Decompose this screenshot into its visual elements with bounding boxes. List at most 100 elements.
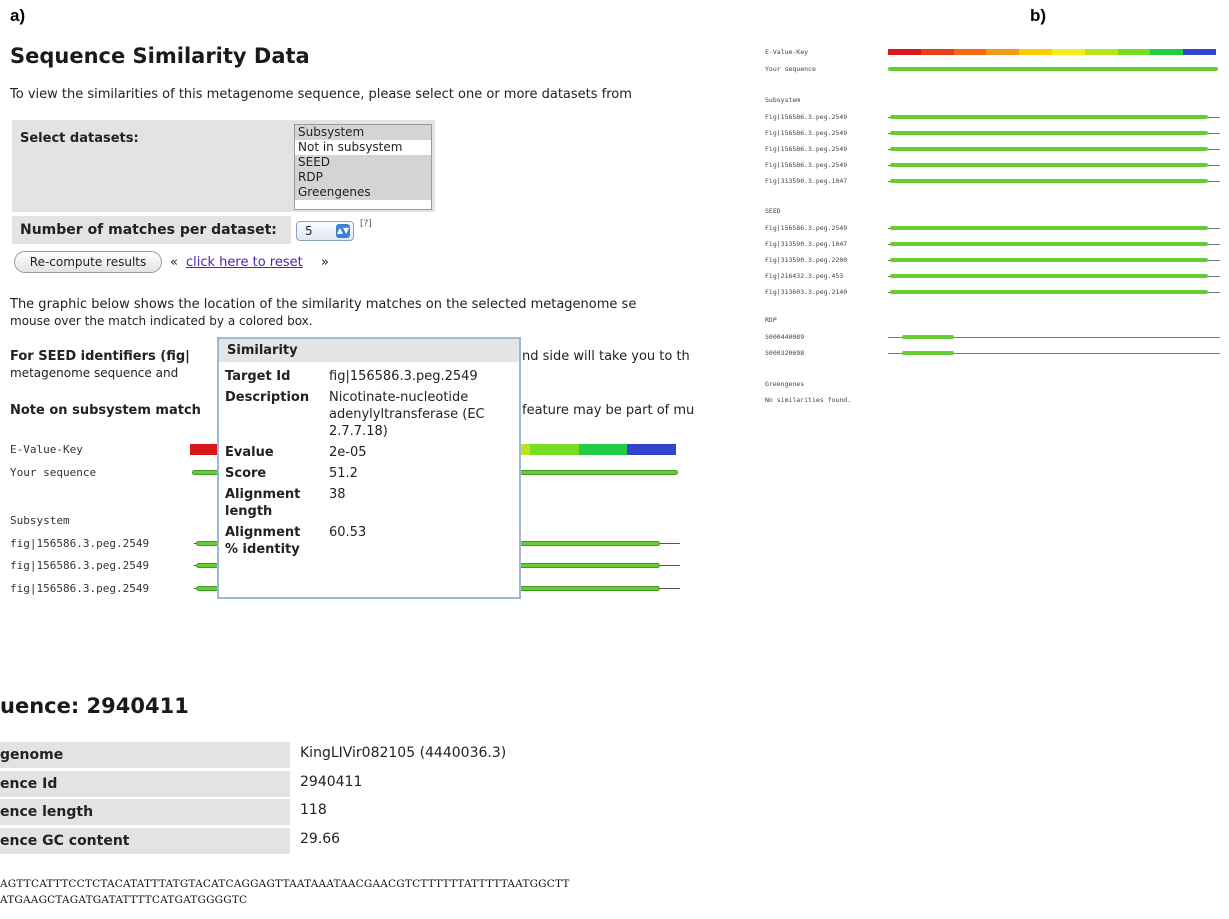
tooltip-row: Alignment % identity 60.53 (219, 522, 503, 560)
seed-note-line2: metagenome sequence and (10, 366, 179, 380)
datasets-listbox[interactable]: Subsystem Not in subsystem SEED RDP Gree… (294, 124, 432, 210)
panel-label-b: b) (1030, 6, 1047, 25)
meta-key: ence GC content (0, 828, 290, 854)
meta-key: genome (0, 742, 290, 768)
dataset-option-not-in-subsystem[interactable]: Not in subsystem (295, 140, 431, 155)
reset-prefix: « (170, 255, 178, 270)
graphic-description-line2: mouse over the match indicated by a colo… (10, 314, 313, 328)
subsystem-row-label: fig|156586.3.peg.2549 (10, 559, 150, 572)
evalue-key-segment (1150, 49, 1184, 55)
meta-value: 118 (300, 802, 327, 818)
matches-label: Number of matches per dataset: (20, 222, 277, 238)
tooltip-key: Alignment % identity (225, 525, 301, 557)
evalue-key-segment (1019, 49, 1052, 55)
b-match-bar[interactable] (890, 258, 1208, 262)
tooltip-table: Target Id fig|156586.3.peg.2549 Descript… (219, 366, 503, 560)
evalue-key-segment (953, 49, 987, 55)
b-greengenes-heading: Greengenes (765, 380, 805, 388)
b-match-bar[interactable] (890, 242, 1208, 246)
b-match-bar[interactable] (890, 274, 1208, 278)
subsystem-row-label: fig|156586.3.peg.2549 (10, 582, 150, 595)
b-match-bar[interactable] (890, 163, 1208, 167)
evalue-key-segment (578, 444, 628, 455)
tooltip-row: Evalue 2e-05 (219, 442, 503, 463)
dataset-option-subsystem[interactable]: Subsystem (295, 125, 431, 140)
evalue-key-segment (986, 49, 1020, 55)
meta-key: ence length (0, 799, 290, 825)
b-match-bar[interactable] (902, 335, 954, 339)
chevron-updown-icon: ▲▼ (336, 224, 350, 238)
tooltip-row: Target Id fig|156586.3.peg.2549 (219, 366, 503, 387)
subsystem-note-heading: Note on subsystem match (10, 403, 201, 418)
help-link[interactable]: [?] (360, 219, 372, 229)
tooltip-row: Description Nicotinate-nucleotide adenyl… (219, 387, 503, 442)
sequence-line: ATGAAGCTAGATGATATTTTCATGATGGGGTC (0, 894, 248, 906)
graphic-description-line1: The graphic below shows the location of … (10, 297, 637, 312)
tooltip-row: Alignment length 38 (219, 484, 503, 522)
b-rdp-row-label: S000440089 (765, 333, 805, 341)
evalue-key-segment (1183, 49, 1216, 55)
evalue-key-segment (888, 49, 921, 55)
tooltip-key: Alignment length (225, 487, 301, 519)
tooltip-value: 60.53 (329, 525, 367, 540)
panel-label-a: a) (10, 6, 26, 25)
reset-link[interactable]: click here to reset (186, 254, 303, 271)
b-seed-row-label: Fig|156586.3.peg.2549 (765, 224, 848, 232)
b-evalue-key-label: E-Value-Key (765, 48, 809, 56)
recompute-button[interactable]: Re-compute results (14, 251, 162, 273)
meta-value: 29.66 (300, 831, 341, 847)
matches-select-value: 5 (305, 224, 313, 238)
b-subsystem-heading: Subsystem (765, 96, 801, 104)
b-rdp-row-label: S000320698 (765, 349, 805, 357)
tooltip-row: Score 51.2 (219, 463, 503, 484)
b-your-sequence-label: Your sequence (765, 65, 816, 73)
b-subsystem-row-label: Fig|156586.3.peg.2549 (765, 161, 848, 169)
seed-note-text: nd side will take you to th (522, 349, 690, 364)
select-datasets-label: Select datasets: (20, 131, 139, 146)
meta-key: ence Id (0, 771, 290, 797)
dataset-option-seed[interactable]: SEED (295, 155, 431, 170)
b-subsystem-row-label: Fig|156586.3.peg.2549 (765, 145, 848, 153)
b-subsystem-row-label: Fig|156586.3.peg.2549 (765, 113, 848, 121)
b-match-bar[interactable] (890, 115, 1208, 119)
evalue-key-segment (530, 444, 579, 455)
b-your-sequence-bar[interactable] (888, 67, 1218, 71)
meta-value: 2940411 (300, 774, 363, 790)
tooltip-value: 38 (329, 487, 346, 502)
b-seed-row-label: Fig|313590.3.peg.1047 (765, 240, 848, 248)
sequence-title: uence: 2940411 (0, 694, 189, 718)
b-subsystem-row-label: Fig|156586.3.peg.2549 (765, 129, 848, 137)
b-match-bar[interactable] (890, 290, 1208, 294)
tooltip-value: 2e-05 (329, 445, 367, 460)
seed-note-heading: For SEED identifiers (fig| (10, 349, 190, 364)
matches-select[interactable]: 5 ▲▼ (296, 221, 354, 241)
evalue-key-label: E-Value-Key (10, 443, 83, 456)
evalue-key-segment (627, 444, 676, 455)
tooltip-key: Evalue (225, 445, 274, 460)
evalue-key-segment (1051, 49, 1085, 55)
dataset-option-greengenes[interactable]: Greengenes (295, 185, 431, 200)
tooltip-key: Target Id (225, 369, 291, 384)
b-greengenes-note: No similarities found. (765, 396, 852, 404)
intro-text: To view the similarities of this metagen… (10, 87, 632, 102)
b-match-bar[interactable] (890, 131, 1208, 135)
similarity-tooltip: Similarity Target Id fig|156586.3.peg.25… (217, 337, 521, 599)
b-match-bar[interactable] (890, 179, 1208, 183)
page-title: Sequence Similarity Data (10, 44, 310, 68)
reset-suffix: » (321, 255, 329, 270)
b-match-bar[interactable] (902, 351, 954, 355)
dataset-option-rdp[interactable]: RDP (295, 170, 431, 185)
b-seed-row-label: Fig|313590.3.peg.2200 (765, 256, 848, 264)
b-match-bar[interactable] (890, 147, 1208, 151)
b-seed-row-label: Fig|313603.3.peg.2140 (765, 288, 848, 296)
tooltip-key: Description (225, 390, 310, 405)
b-rdp-heading: RDP (765, 316, 777, 324)
tooltip-value: fig|156586.3.peg.2549 (329, 369, 478, 384)
b-match-bar[interactable] (890, 226, 1208, 230)
subsystem-heading: Subsystem (10, 514, 70, 527)
b-subsystem-row-label: Fig|313590.3.peg.1047 (765, 177, 848, 185)
b-seed-heading: SEED (765, 207, 781, 215)
subsystem-note-text: feature may be part of mu (522, 403, 695, 418)
sequence-line: AGTTCATTTCCTCTACATATTTATGTACATCAGGAGTTAA… (0, 878, 570, 890)
subsystem-row-label: fig|156586.3.peg.2549 (10, 537, 150, 550)
